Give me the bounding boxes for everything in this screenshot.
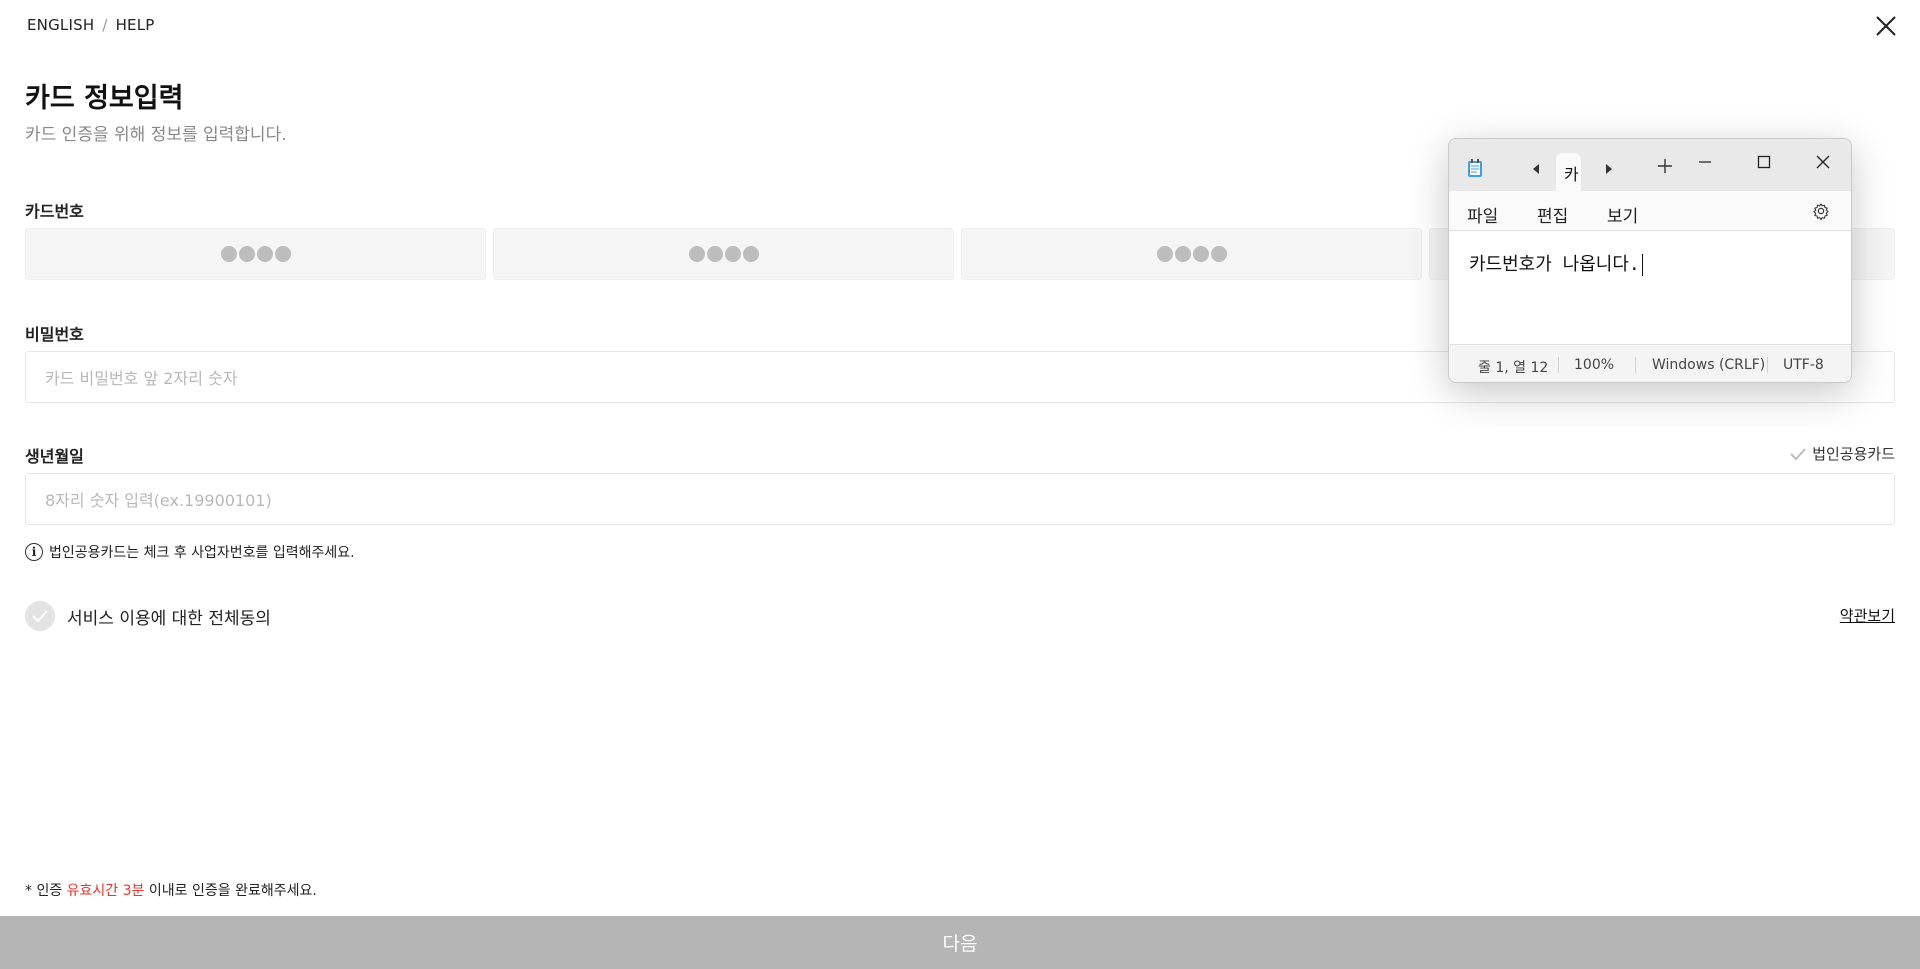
- footer-prefix: * 인증: [25, 883, 67, 899]
- notepad-window: 카 파일 편집 보기 카드번호가 나옵니다. 줄 1, 열 12 100% Wi…: [1448, 138, 1852, 383]
- masked-dots: [220, 246, 291, 262]
- tab-scroll-left-icon[interactable]: [1530, 163, 1542, 175]
- notepad-tab[interactable]: 카: [1556, 153, 1581, 191]
- birth-date-label: 생년월일: [25, 447, 84, 466]
- check-icon: [32, 610, 48, 623]
- help-link[interactable]: HELP: [116, 16, 155, 34]
- close-icon[interactable]: [1872, 12, 1900, 40]
- menu-edit[interactable]: 편집: [1537, 202, 1568, 227]
- corp-card-checkbox[interactable]: 법인공용카드: [1790, 443, 1895, 464]
- status-zoom[interactable]: 100%: [1574, 357, 1614, 373]
- masked-dots: [1156, 246, 1227, 262]
- notepad-text-area[interactable]: 카드번호가 나옵니다.: [1449, 232, 1851, 344]
- menu-file[interactable]: 파일: [1467, 202, 1498, 227]
- masked-dots: [688, 246, 759, 262]
- next-button[interactable]: 다음: [0, 916, 1920, 969]
- password-label: 비밀번호: [25, 325, 84, 344]
- menu-view[interactable]: 보기: [1607, 202, 1638, 227]
- birth-date-input[interactable]: 8자리 숫자 입력(ex.19900101): [25, 473, 1895, 525]
- status-line-ending: Windows (CRLF): [1652, 357, 1766, 373]
- agree-all-checkbox[interactable]: [25, 601, 55, 631]
- minimize-button[interactable]: [1690, 147, 1720, 177]
- settings-gear-icon[interactable]: [1812, 202, 1830, 220]
- page-title: 카드 정보입력: [25, 83, 184, 114]
- card-number-segment-3[interactable]: [961, 228, 1422, 280]
- text-caret: [1641, 254, 1643, 276]
- status-position: 줄 1, 열 12: [1478, 360, 1549, 376]
- notepad-app-icon: [1468, 159, 1482, 177]
- check-icon: [1790, 447, 1806, 460]
- new-tab-icon[interactable]: [1657, 158, 1673, 174]
- footer-highlight: 유효시간 3분: [66, 883, 145, 899]
- maximize-icon: [1757, 155, 1771, 169]
- english-link[interactable]: ENGLISH: [27, 16, 94, 34]
- tab-scroll-right-icon[interactable]: [1603, 163, 1615, 175]
- card-number-segment-1[interactable]: [25, 228, 486, 280]
- info-note: i 법인공용카드는 체크 후 사업자번호를 입력해주세요.: [25, 542, 355, 562]
- page-subtitle: 카드 인증을 위해 정보를 입력합니다.: [25, 125, 287, 145]
- corp-card-label: 법인공용카드: [1812, 445, 1895, 463]
- card-number-label: 카드번호: [25, 202, 84, 221]
- minimize-icon: [1699, 161, 1711, 163]
- maximize-button[interactable]: [1749, 147, 1779, 177]
- info-note-text: 법인공용카드는 체크 후 사업자번호를 입력해주세요.: [49, 545, 355, 561]
- card-number-segment-2[interactable]: [493, 228, 954, 280]
- view-terms-link[interactable]: 약관보기: [1840, 605, 1895, 626]
- footer-suffix: 이내로 인증을 완료해주세요.: [144, 883, 317, 899]
- notepad-titlebar[interactable]: [1449, 139, 1851, 191]
- notepad-content: 카드번호가 나옵니다.: [1469, 254, 1640, 275]
- notepad-menubar: 파일 편집 보기: [1449, 191, 1851, 231]
- agree-all-label[interactable]: 서비스 이용에 대한 전체동의: [67, 604, 271, 629]
- nav-separator: /: [102, 16, 108, 34]
- status-encoding: UTF-8: [1783, 357, 1824, 373]
- info-icon: i: [25, 543, 43, 561]
- agree-all-row: 서비스 이용에 대한 전체동의: [25, 601, 271, 631]
- close-icon: [1816, 155, 1830, 169]
- notepad-statusbar: 줄 1, 열 12 100% Windows (CRLF) UTF-8: [1449, 344, 1851, 382]
- footer-note: * 인증 유효시간 3분 이내로 인증을 완료해주세요.: [25, 880, 317, 900]
- notepad-close-button[interactable]: [1808, 147, 1838, 177]
- top-nav: ENGLISH / HELP: [27, 16, 155, 34]
